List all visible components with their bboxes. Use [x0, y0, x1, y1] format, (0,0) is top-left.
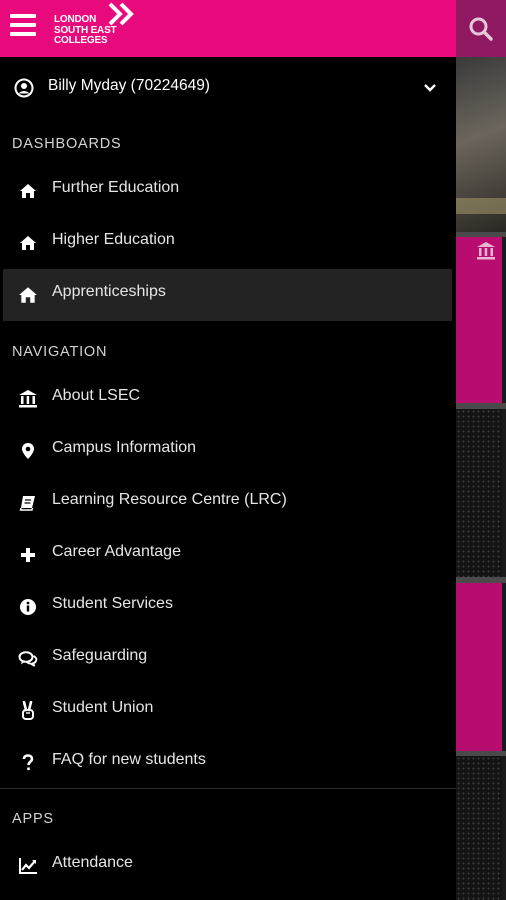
institution-icon: [477, 242, 495, 260]
menu-item-label: Campus Information: [52, 439, 197, 456]
menu-item-about-lsec[interactable]: About LSEC: [3, 373, 452, 425]
section-divider: [0, 788, 456, 789]
question-icon: [17, 752, 39, 774]
menu-item-career-advantage[interactable]: Career Advantage: [3, 529, 452, 581]
menu-item-higher-education[interactable]: Higher Education: [3, 217, 452, 269]
user-account-row[interactable]: Billy Myday (70224649): [0, 62, 456, 114]
hamburger-icon[interactable]: [10, 14, 38, 38]
menu-item-learning-resource-centre[interactable]: Learning Resource Centre (LRC): [3, 477, 452, 529]
home-icon: [17, 284, 39, 306]
menu-item-label: Student Services: [52, 595, 173, 612]
section-heading-apps: APPS: [12, 811, 54, 827]
chevron-down-icon[interactable]: [422, 82, 438, 94]
menu-item-label: Apprenticeships: [52, 283, 166, 300]
drawer-header: LONDON SOUTH EAST COLLEGES: [0, 0, 456, 57]
background-tile[interactable]: [456, 237, 502, 403]
logo-chevrons-icon: [108, 2, 134, 26]
menu-item-campus-information[interactable]: Campus Information: [3, 425, 452, 477]
menu-item-label: Higher Education: [52, 231, 175, 248]
menu-item-apprenticeships[interactable]: Apprenticeships: [3, 269, 452, 321]
navigation-drawer: LONDON SOUTH EAST COLLEGES Billy Myday (…: [0, 0, 456, 900]
background-tile[interactable]: [456, 409, 502, 577]
menu-item-label: Safeguarding: [52, 647, 148, 664]
menu-item-label: Attendance: [52, 854, 133, 871]
college-logo: LONDON SOUTH EAST COLLEGES: [54, 2, 154, 54]
book-icon: [17, 492, 39, 514]
menu-item-label: Career Advantage: [52, 543, 181, 560]
section-heading-dashboards: DASHBOARDS: [12, 136, 122, 152]
menu-item-label: FAQ for new students: [52, 751, 206, 768]
plus-icon: [17, 544, 39, 566]
logo-line: COLLEGES: [54, 35, 108, 46]
section-heading-navigation: NAVIGATION: [12, 344, 108, 360]
info-icon: [17, 596, 39, 618]
peace-hand-icon: [17, 700, 39, 722]
menu-item-attendance[interactable]: Attendance: [3, 840, 452, 892]
map-pin-icon: [17, 440, 39, 462]
background-tile[interactable]: [456, 756, 502, 900]
menu-item-faq-new-students[interactable]: FAQ for new students: [3, 737, 452, 789]
menu-item-student-union[interactable]: Student Union: [3, 685, 452, 737]
home-icon: [17, 180, 39, 202]
institution-icon: [17, 388, 39, 410]
background-tile[interactable]: [456, 583, 502, 751]
chat-icon: [17, 648, 39, 670]
line-chart-icon: [17, 855, 39, 877]
user-name: Billy Myday (70224649): [48, 77, 210, 94]
home-icon: [17, 232, 39, 254]
app-screen: LONDON SOUTH EAST COLLEGES Billy Myday (…: [0, 0, 506, 900]
search-icon: [469, 17, 493, 41]
menu-item-label: About LSEC: [52, 387, 141, 404]
menu-item-student-services[interactable]: Student Services: [3, 581, 452, 633]
menu-item-further-education[interactable]: Further Education: [3, 165, 452, 217]
menu-item-safeguarding[interactable]: Safeguarding: [3, 633, 452, 685]
menu-item-label: Student Union: [52, 699, 154, 716]
user-circle-icon: [14, 78, 34, 98]
background-photo: [456, 57, 506, 232]
search-button[interactable]: [456, 0, 506, 57]
menu-item-label: Further Education: [52, 179, 180, 196]
menu-item-label: Learning Resource Centre (LRC): [52, 491, 287, 508]
